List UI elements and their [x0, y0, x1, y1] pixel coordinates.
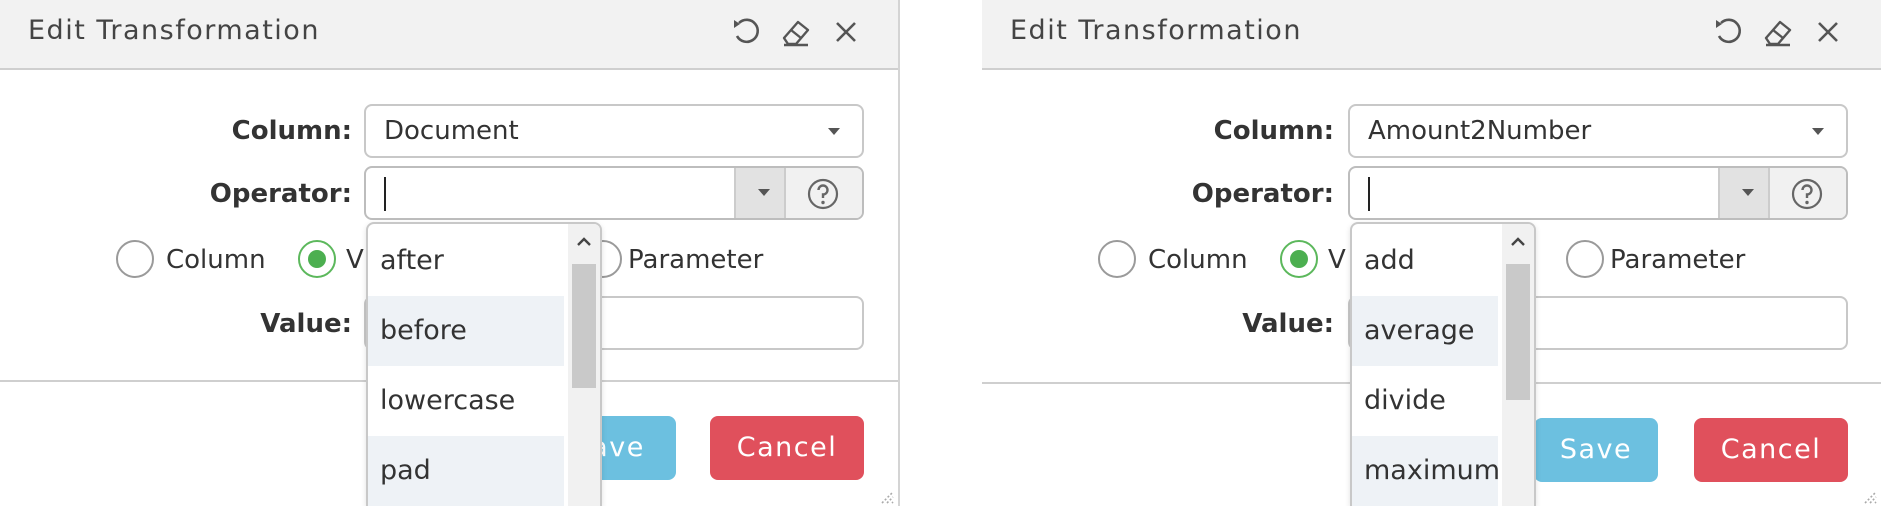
- column-select[interactable]: Document: [364, 104, 864, 158]
- radio-column-label: Column: [166, 245, 266, 275]
- text-cursor: [1368, 177, 1370, 211]
- radio-column[interactable]: [1098, 240, 1136, 278]
- radio-column-label: Column: [1148, 245, 1248, 275]
- cancel-button[interactable]: Cancel: [1694, 418, 1848, 482]
- operator-help-button[interactable]: [1768, 168, 1846, 218]
- operator-dropdown-button[interactable]: [734, 168, 790, 218]
- dropdown-option[interactable]: add: [1352, 226, 1498, 296]
- dropdown-option[interactable]: before: [368, 296, 564, 366]
- operator-dropdown-list: add average divide maximum: [1350, 222, 1536, 506]
- dropdown-option[interactable]: lowercase: [368, 366, 564, 436]
- undo-icon[interactable]: [728, 14, 764, 50]
- cancel-button[interactable]: Cancel: [710, 416, 864, 480]
- close-icon[interactable]: [828, 14, 864, 50]
- radio-column[interactable]: [116, 240, 154, 278]
- scrollbar-thumb[interactable]: [1506, 264, 1530, 400]
- help-circle-icon: [1791, 178, 1823, 210]
- column-label: Column:: [1213, 116, 1334, 146]
- operator-dropdown-button[interactable]: [1718, 168, 1774, 218]
- radio-value-label: V: [346, 245, 364, 275]
- scrollbar-thumb[interactable]: [572, 264, 596, 388]
- dropdown-scrollbar[interactable]: [1502, 224, 1534, 506]
- eraser-icon[interactable]: [778, 14, 814, 50]
- dropdown-option[interactable]: divide: [1352, 366, 1498, 436]
- resize-grip-icon[interactable]: [1861, 488, 1877, 504]
- operator-dropdown-list: after before lowercase pad: [366, 222, 602, 506]
- column-select[interactable]: Amount2Number: [1348, 104, 1848, 158]
- operator-label: Operator:: [1191, 179, 1334, 209]
- value-label: Value:: [1242, 309, 1334, 339]
- dropdown-option[interactable]: after: [368, 226, 564, 296]
- radio-parameter[interactable]: [1566, 240, 1604, 278]
- save-button-label: Save: [1559, 434, 1633, 465]
- radio-value-label: V: [1328, 245, 1346, 275]
- dropdown-option[interactable]: maximum: [1352, 436, 1500, 506]
- dropdown-option[interactable]: average: [1352, 296, 1498, 366]
- radio-selected-dot: [308, 250, 326, 268]
- edit-transformation-dialog: Edit Transformation Column: Document Ope…: [0, 0, 900, 506]
- radio-parameter-label: Parameter: [628, 245, 764, 275]
- resize-grip-icon[interactable]: [878, 488, 894, 504]
- close-icon[interactable]: [1810, 14, 1846, 50]
- operator-help-button[interactable]: [784, 168, 862, 218]
- column-select-value: Amount2Number: [1368, 116, 1592, 146]
- radio-parameter-label: Parameter: [1610, 245, 1746, 275]
- text-cursor: [384, 177, 386, 211]
- cancel-button-label: Cancel: [736, 432, 838, 463]
- column-select-value: Document: [384, 116, 519, 146]
- chevron-up-icon[interactable]: [1510, 234, 1526, 250]
- eraser-icon[interactable]: [1760, 14, 1796, 50]
- chevron-down-icon: [828, 128, 840, 135]
- edit-transformation-dialog: Edit Transformation Column: Amount2Numbe…: [982, 0, 1881, 506]
- column-label: Column:: [231, 116, 352, 146]
- dialog-header: Edit Transformation: [0, 0, 898, 70]
- cancel-button-label: Cancel: [1720, 434, 1822, 465]
- operator-label: Operator:: [209, 179, 352, 209]
- chevron-down-icon: [758, 189, 770, 196]
- dialog-title: Edit Transformation: [1010, 15, 1302, 46]
- help-circle-icon: [807, 178, 839, 210]
- save-button[interactable]: Save: [1534, 418, 1658, 482]
- radio-value[interactable]: [1280, 240, 1318, 278]
- radio-value[interactable]: [298, 240, 336, 278]
- value-label: Value:: [260, 309, 352, 339]
- chevron-up-icon[interactable]: [576, 234, 592, 250]
- undo-icon[interactable]: [1710, 14, 1746, 50]
- radio-selected-dot: [1290, 250, 1308, 268]
- operator-input[interactable]: [364, 166, 864, 220]
- dialog-title: Edit Transformation: [28, 15, 320, 46]
- dialog-header: Edit Transformation: [982, 0, 1881, 70]
- dropdown-scrollbar[interactable]: [568, 224, 600, 506]
- dropdown-option[interactable]: pad: [368, 436, 564, 506]
- chevron-down-icon: [1742, 189, 1754, 196]
- operator-input[interactable]: [1348, 166, 1848, 220]
- chevron-down-icon: [1812, 128, 1824, 135]
